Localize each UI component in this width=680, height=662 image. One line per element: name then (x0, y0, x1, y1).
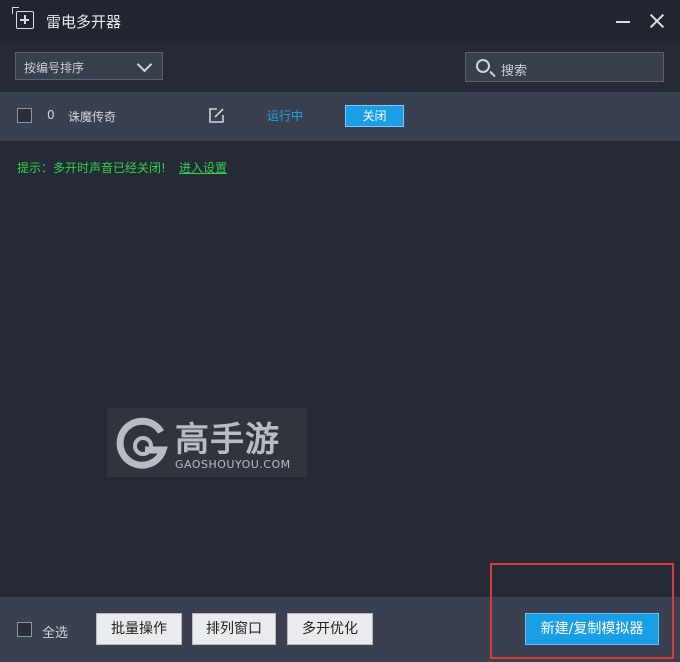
minimize-icon[interactable] (614, 12, 632, 30)
multi-optimize-button[interactable]: 多开优化 (287, 613, 373, 645)
close-icon[interactable] (648, 12, 666, 30)
highlight-box (490, 563, 674, 659)
select-all-checkbox[interactable] (17, 622, 32, 637)
instance-close-button[interactable]: 关闭 (345, 105, 404, 127)
search-placeholder: 搜索 (501, 64, 528, 79)
arrange-windows-button[interactable]: 排列窗口 (192, 613, 276, 645)
watermark-text: 高手游 (175, 420, 280, 460)
search-input[interactable]: 搜索 (465, 52, 664, 82)
sort-dropdown-label: 按编号排序 (24, 61, 85, 75)
sort-dropdown[interactable]: 按编号排序 (15, 52, 163, 80)
gaoshouyou-logo (116, 417, 168, 469)
instance-checkbox[interactable] (17, 108, 32, 123)
window-title: 雷电多开器 (46, 13, 122, 31)
app-icon (12, 7, 34, 29)
settings-link[interactable]: 进入设置 (179, 159, 227, 176)
batch-operation-button[interactable]: 批量操作 (96, 613, 182, 645)
search-icon (476, 59, 490, 73)
instance-status: 运行中 (267, 109, 304, 123)
instance-name: 诛魔传奇 (68, 110, 117, 124)
edit-icon[interactable] (208, 107, 225, 124)
sound-tip: 提示：多开时声音已经关闭! (17, 161, 166, 175)
toolbar: 按编号排序 搜索 (0, 42, 680, 92)
watermark-domain: GAOSHOUYOU.COM (175, 458, 291, 471)
instance-index: 0 (47, 108, 55, 122)
select-all-label: 全选 (42, 626, 69, 641)
title-bar: 雷电多开器 (0, 0, 680, 42)
chevron-down-icon (136, 56, 153, 73)
watermark: 高手游 GAOSHOUYOU.COM (107, 408, 307, 477)
instance-row: 0 诛魔传奇 运行中 关闭 (0, 92, 680, 141)
